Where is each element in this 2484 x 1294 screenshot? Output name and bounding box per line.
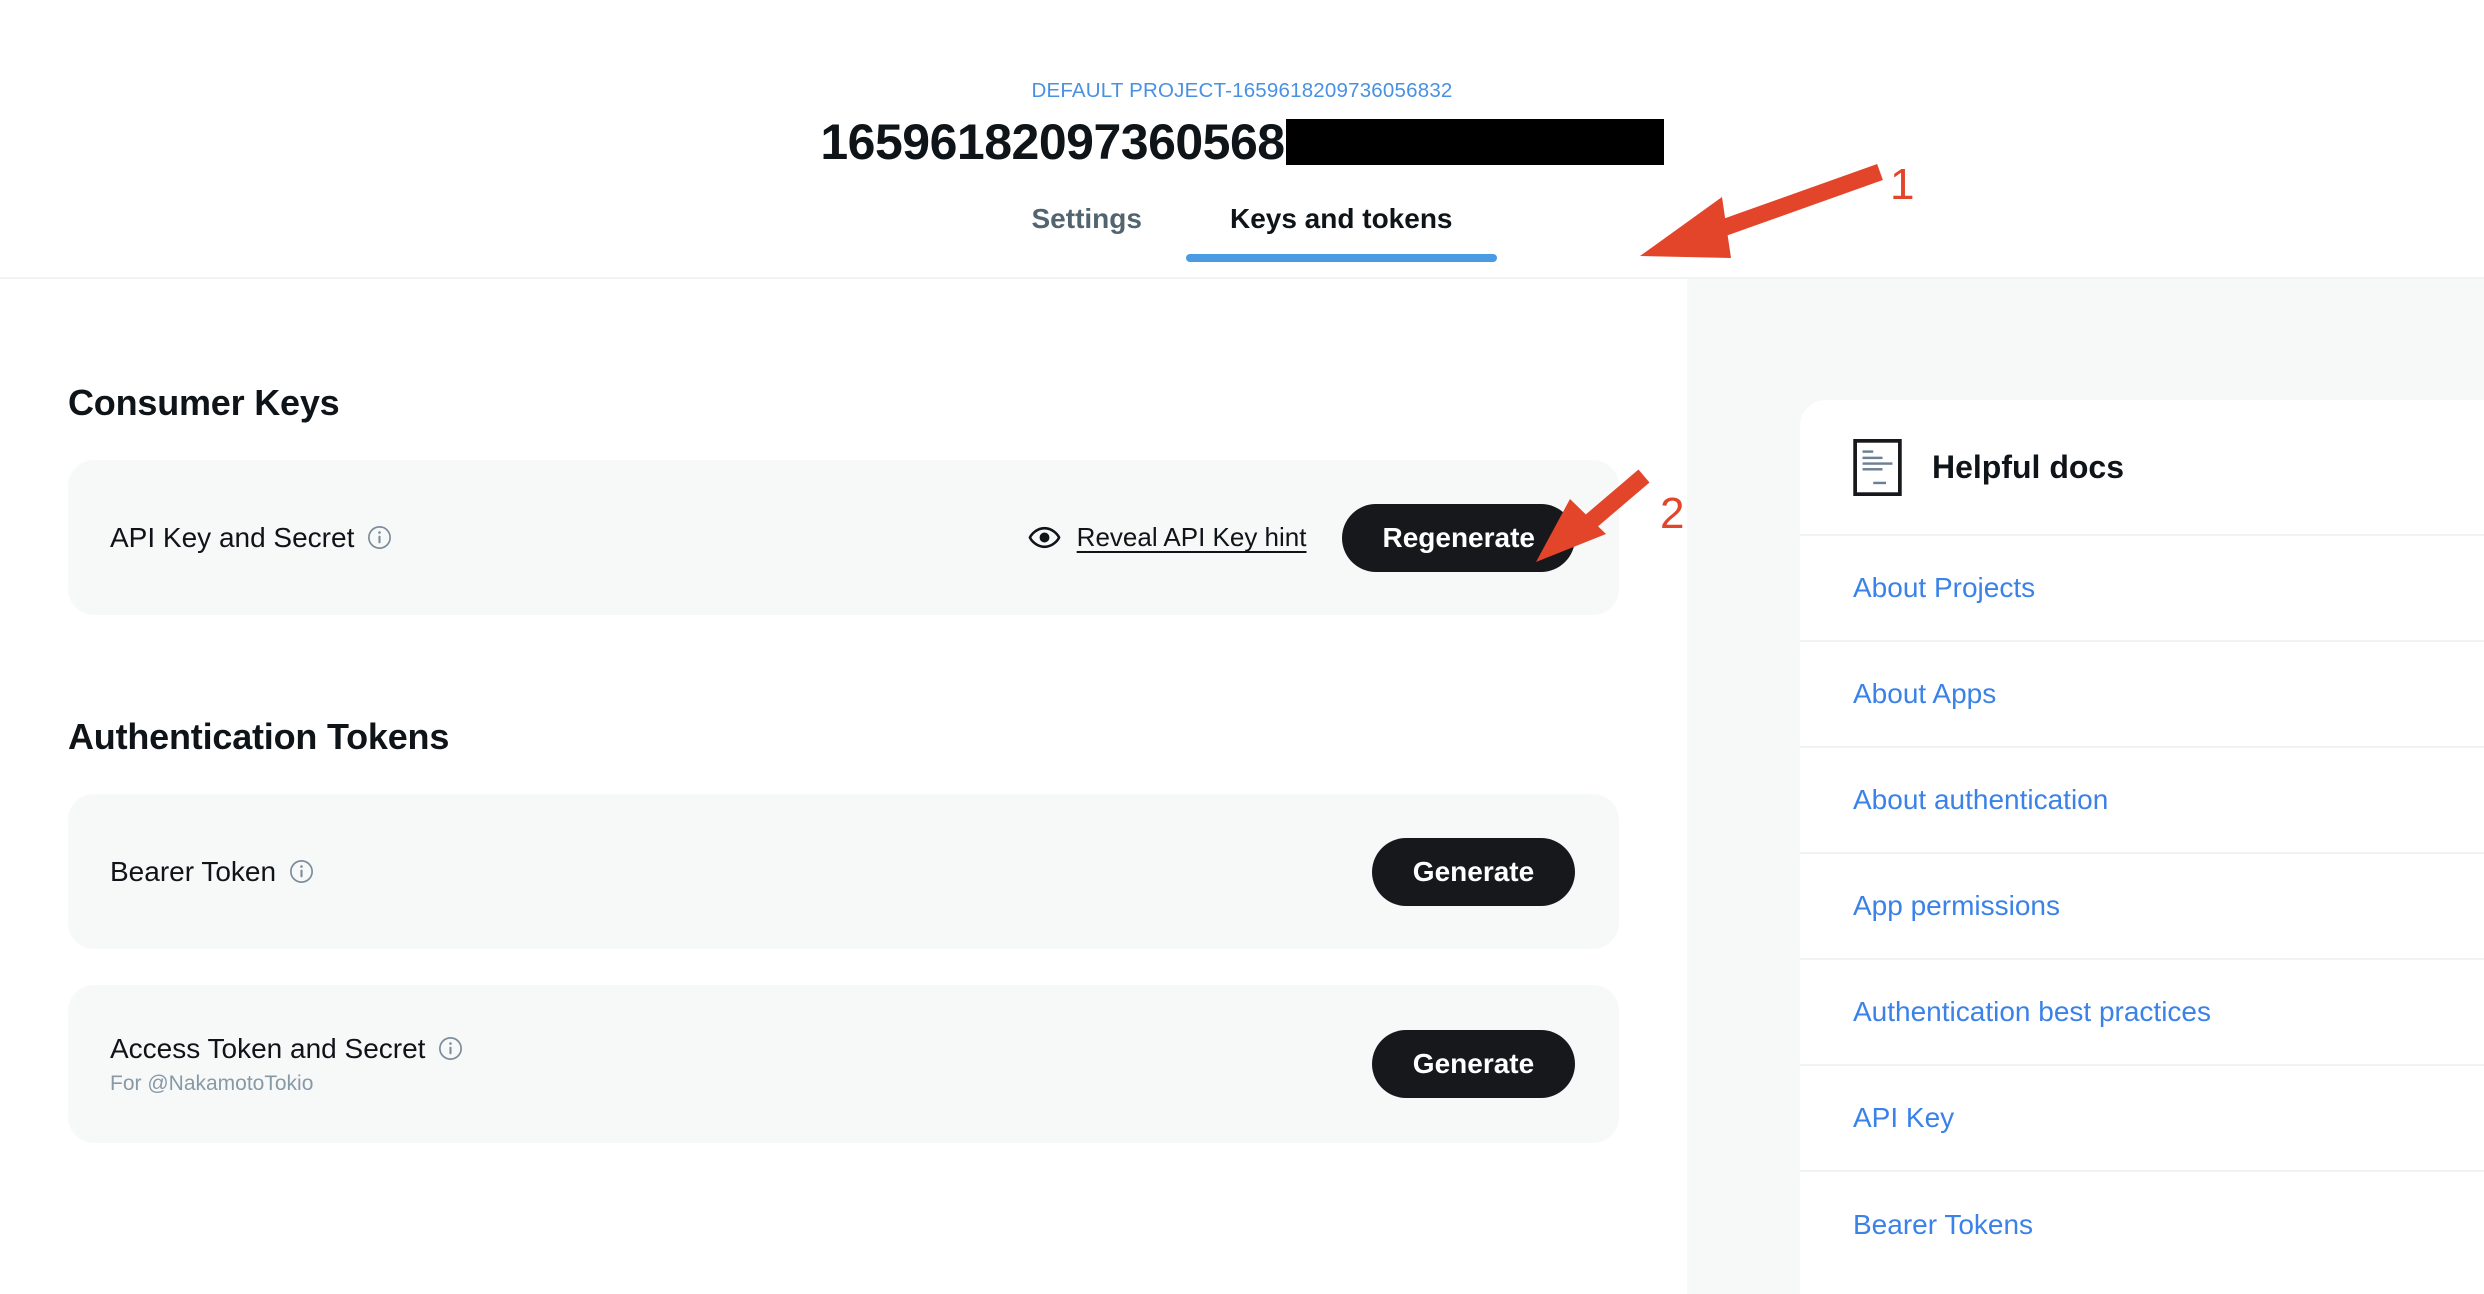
access-token-card-left: Access Token and Secret For @NakamotoTok…: [110, 1033, 463, 1096]
doc-link-label: App permissions: [1853, 890, 2060, 921]
doc-link-label: API Key: [1853, 1102, 1955, 1133]
document-icon: [1853, 438, 1902, 496]
access-token-label-row: Access Token and Secret: [110, 1033, 463, 1065]
tab-keys-and-tokens[interactable]: Keys and tokens: [1185, 202, 1497, 262]
main-content: Consumer Keys API Key and Secret Reveal …: [0, 279, 1687, 1294]
api-key-and-secret-card: API Key and Secret Reveal API Key hint R…: [68, 460, 1619, 615]
page-title: 16596182097360568: [820, 114, 1285, 170]
regenerate-button[interactable]: Regenerate: [1342, 503, 1575, 572]
bearer-token-label: Bearer Token: [110, 855, 277, 887]
bearer-token-card: Bearer Token Generate: [68, 794, 1619, 949]
api-key-card-actions: Reveal API Key hint Regenerate: [1028, 503, 1575, 572]
annotation-number-1: 1: [1890, 160, 1915, 209]
access-token-and-secret-card: Access Token and Secret For @NakamotoTok…: [68, 985, 1619, 1143]
bearer-token-label-row: Bearer Token: [110, 856, 314, 888]
doc-link-bearer-tokens[interactable]: Bearer Tokens: [1800, 1172, 2484, 1278]
tab-bar: Settings Keys and tokens: [0, 202, 2484, 262]
doc-link-about-projects[interactable]: About Projects: [1800, 536, 2484, 642]
doc-link-about-authentication[interactable]: About authentication: [1800, 748, 2484, 854]
doc-link-label: About Apps: [1853, 678, 1997, 709]
info-icon[interactable]: [367, 525, 392, 550]
reveal-api-key-hint-label: Reveal API Key hint: [1076, 522, 1307, 552]
authentication-tokens-heading: Authentication Tokens: [68, 716, 450, 757]
project-breadcrumb-label: DEFAULT PROJECT-1659618209736056832: [1031, 79, 1453, 102]
api-key-label: API Key and Secret: [110, 521, 355, 553]
generate-bearer-token-button[interactable]: Generate: [1372, 837, 1575, 906]
api-key-label-row: API Key and Secret: [110, 522, 392, 554]
bearer-token-card-left: Bearer Token: [110, 856, 314, 888]
bearer-token-card-actions: Generate: [1372, 837, 1575, 906]
helpful-docs-title: Helpful docs: [1932, 448, 2125, 485]
twitter-developer-portal-page: DEFAULT PROJECT-1659618209736056832 1659…: [0, 0, 2484, 1294]
right-sidebar: Helpful docs About Projects About Apps A…: [1687, 279, 2484, 1294]
doc-link-app-permissions[interactable]: App permissions: [1800, 854, 2484, 960]
info-icon[interactable]: [438, 1036, 463, 1061]
info-icon[interactable]: [289, 859, 314, 884]
helpful-docs-panel: Helpful docs About Projects About Apps A…: [1800, 400, 2484, 1294]
helpful-docs-header: Helpful docs: [1800, 400, 2484, 536]
page-header: DEFAULT PROJECT-1659618209736056832 1659…: [0, 0, 2484, 279]
doc-link-label: About Projects: [1853, 572, 2036, 603]
doc-link-label: Authentication best practices: [1853, 996, 2211, 1027]
doc-link-label: Bearer Tokens: [1853, 1209, 2034, 1240]
access-token-label: Access Token and Secret: [110, 1032, 426, 1064]
access-token-card-actions: Generate: [1372, 1030, 1575, 1098]
eye-icon: [1028, 521, 1061, 554]
generate-access-token-button[interactable]: Generate: [1372, 1030, 1575, 1098]
app-title-row: 16596182097360568: [0, 114, 2484, 170]
consumer-keys-heading: Consumer Keys: [68, 382, 340, 423]
tab-settings[interactable]: Settings: [988, 202, 1186, 262]
doc-link-api-key[interactable]: API Key: [1800, 1066, 2484, 1172]
access-token-account-sublabel: For @NakamotoTokio: [110, 1071, 314, 1095]
annotation-number-2: 2: [1660, 489, 1685, 538]
doc-link-about-apps[interactable]: About Apps: [1800, 642, 2484, 748]
doc-link-authentication-best-practices[interactable]: Authentication best practices: [1800, 960, 2484, 1066]
doc-link-label: About authentication: [1853, 784, 2109, 815]
reveal-api-key-hint-link[interactable]: Reveal API Key hint: [1028, 521, 1307, 554]
api-key-card-left: API Key and Secret: [110, 522, 392, 554]
redaction-box: [1285, 119, 1664, 165]
